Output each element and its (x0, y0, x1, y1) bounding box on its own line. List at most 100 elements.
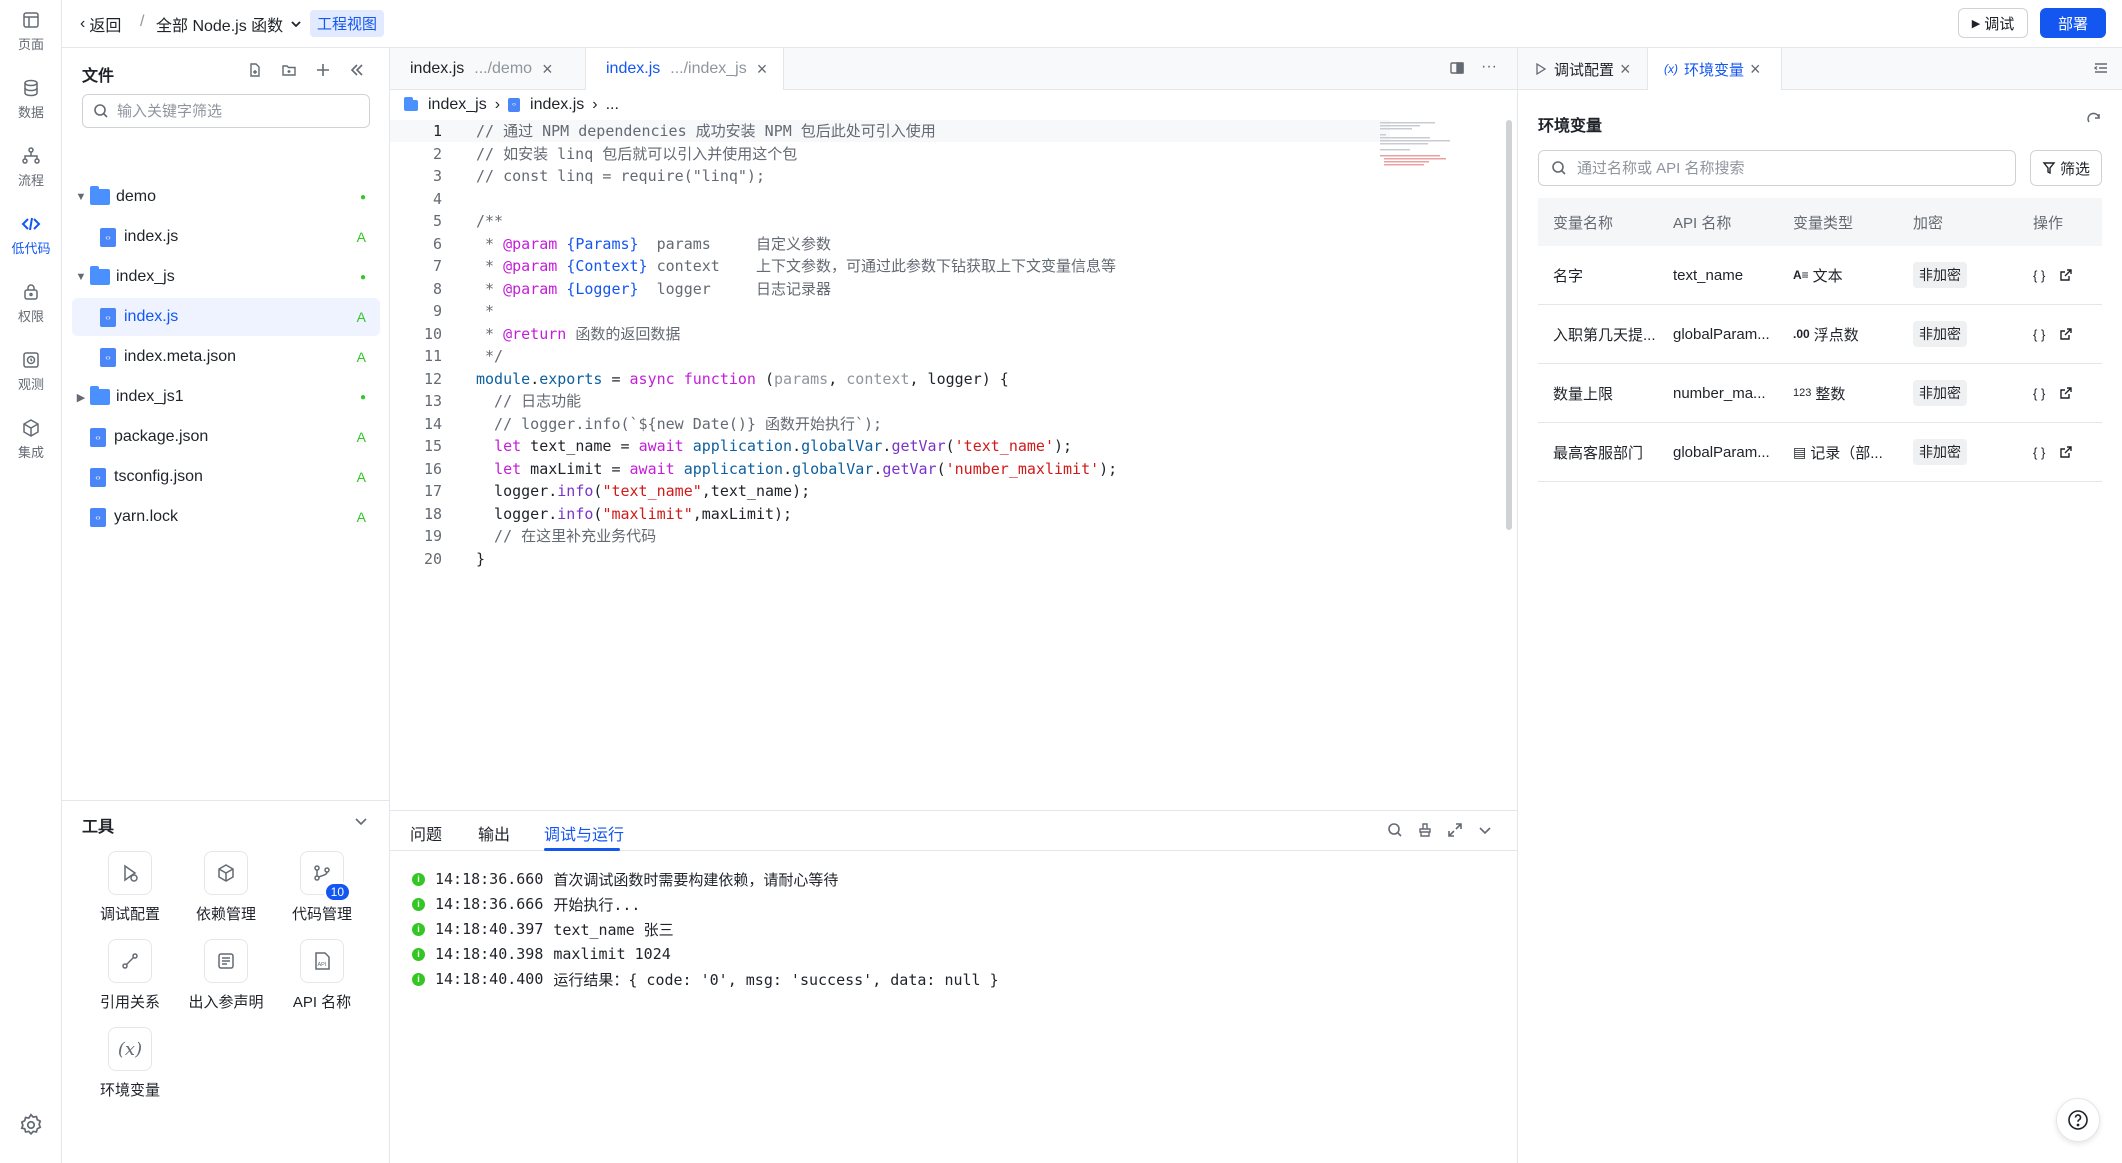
code-line[interactable]: 1 // 通过 NPM dependencies 成功安装 NPM 包后此处可引入… (390, 120, 1390, 142)
function-scope-dropdown[interactable]: 全部 Node.js 函数 (156, 12, 303, 36)
tree-file-yarn-lock[interactable]: ‹› yarn.lock A (72, 498, 380, 536)
close-icon[interactable]: × (1620, 59, 1631, 80)
search-icon[interactable] (1387, 822, 1403, 838)
code-line[interactable]: 18 logger.info("maxlimit",maxLimit); (390, 503, 1390, 525)
copy-code-icon[interactable]: { } (2033, 327, 2045, 342)
breadcrumb-item[interactable]: index_js (428, 96, 487, 114)
package-icon (204, 851, 248, 895)
back-button[interactable]: ‹ 返回 (80, 12, 121, 36)
tool-env-variables[interactable]: (x) 环境变量 (80, 1027, 180, 1100)
code-text: // logger.info(`${new Date()} 函数开始执行`); (476, 414, 883, 433)
more-icon[interactable]: ··· (1481, 59, 1497, 76)
table-row[interactable]: 入职第几天提... globalParam... .00 浮点数 非加密 { } (1538, 305, 2102, 364)
copy-code-icon[interactable]: { } (2033, 386, 2045, 401)
debug-button[interactable]: ▶ 调试 (1958, 8, 2028, 38)
rail-item-integration[interactable]: 集成 (0, 408, 62, 470)
help-button[interactable] (2056, 1098, 2100, 1142)
bottom-tab-debug-run[interactable]: 调试与运行 (544, 821, 624, 845)
file-search-input[interactable] (117, 102, 357, 120)
close-icon[interactable]: × (757, 59, 768, 80)
right-tab-debug-config[interactable]: 调试配置 × (1518, 48, 1648, 90)
code-line[interactable]: 20} (390, 548, 1390, 570)
code-line[interactable]: 2 // 如安装 linq 包后就可以引入并使用这个包 (390, 143, 1390, 165)
tool-dependency[interactable]: 依赖管理 (176, 851, 276, 924)
copy-code-icon[interactable]: { } (2033, 445, 2045, 460)
new-file-icon[interactable] (245, 60, 265, 80)
tree-file-demo-index[interactable]: ‹› index.js A (72, 218, 380, 256)
code-line[interactable]: 5 /** (390, 210, 1390, 232)
open-external-icon[interactable] (2059, 445, 2073, 459)
tree-file-index-js-selected[interactable]: ‹› index.js A (72, 298, 380, 336)
tool-reference[interactable]: 引用关系 (80, 939, 180, 1012)
refresh-icon[interactable] (2086, 112, 2102, 128)
tool-code-management[interactable]: 10 代码管理 (272, 851, 372, 924)
add-icon[interactable] (313, 60, 333, 80)
open-external-icon[interactable] (2059, 386, 2073, 400)
code-line[interactable]: 16 let maxLimit = await application.glob… (390, 458, 1390, 480)
code-line[interactable]: 10 * @return 函数的返回数据 (390, 323, 1390, 345)
rail-item-data[interactable]: 数据 (0, 68, 62, 130)
tree-folder-index-js1[interactable]: ▶ index_js1 ● (72, 378, 380, 416)
bottom-tab-output[interactable]: 输出 (478, 821, 510, 845)
close-icon[interactable]: × (542, 59, 553, 80)
rail-item-observe[interactable]: 观测 (0, 340, 62, 402)
tool-debug-config[interactable]: 调试配置 (80, 851, 180, 924)
code-line[interactable]: 4 (390, 188, 1390, 210)
chevron-down-icon[interactable] (1477, 822, 1493, 838)
table-row[interactable]: 最高客服部门 globalParam... ▤ 记录（部... 非加密 { } (1538, 423, 2102, 482)
code-line[interactable]: 12 module.exports = async function (param… (390, 368, 1390, 390)
settings-gear-icon[interactable] (18, 1112, 44, 1138)
code-line[interactable]: 7 * @param {Context} context 上下文参数，可通过此参… (390, 255, 1390, 277)
code-line[interactable]: 19 // 在这里补充业务代码 (390, 525, 1390, 547)
env-search-box[interactable] (1538, 150, 2016, 186)
file-search-box[interactable] (82, 94, 370, 128)
code-line[interactable]: 3 // const linq = require("linq"); (390, 165, 1390, 187)
tree-folder-demo[interactable]: ▼ demo ● (72, 178, 380, 216)
breadcrumb-item[interactable]: ... (606, 96, 619, 114)
code-text: * (476, 302, 495, 320)
open-external-icon[interactable] (2059, 327, 2073, 341)
collapse-panel-icon[interactable] (2093, 60, 2109, 76)
tool-params[interactable]: 出入参声明 (176, 939, 276, 1012)
rail-item-permission[interactable]: 权限 (0, 272, 62, 334)
code-line[interactable]: 11 */ (390, 345, 1390, 367)
split-editor-icon[interactable] (1449, 60, 1465, 76)
breadcrumb-item[interactable]: index.js (530, 96, 584, 114)
tree-file-tsconfig[interactable]: ‹› tsconfig.json A (72, 458, 380, 496)
editor-tab-demo-index[interactable]: index.js .../demo × (390, 48, 586, 90)
chevron-down-icon[interactable] (353, 813, 369, 829)
code-line[interactable]: 6 * @param {Params} params 自定义参数 (390, 233, 1390, 255)
clear-console-icon[interactable] (1417, 822, 1433, 838)
rail-item-flow[interactable]: 流程 (0, 136, 62, 198)
env-search-input[interactable] (1577, 159, 1997, 177)
collapse-panel-icon[interactable] (347, 60, 367, 80)
tool-api-name[interactable]: API API 名称 (272, 939, 372, 1012)
filter-button[interactable]: 筛选 (2030, 150, 2102, 186)
code-line[interactable]: 15 let text_name = await application.glo… (390, 435, 1390, 457)
tree-folder-index-js[interactable]: ▼ index_js ● (72, 258, 380, 296)
tree-file-package-json[interactable]: ‹› package.json A (72, 418, 380, 456)
copy-code-icon[interactable]: { } (2033, 268, 2045, 283)
open-external-icon[interactable] (2059, 268, 2073, 282)
new-folder-icon[interactable] (279, 60, 299, 80)
tree-file-index-meta[interactable]: ‹› index.meta.json A (72, 338, 380, 376)
deploy-button[interactable]: 部署 (2040, 8, 2106, 38)
caret-down-icon: ▼ (75, 191, 87, 203)
table-row[interactable]: 数量上限 number_ma... 123 整数 非加密 { } (1538, 364, 2102, 423)
rail-item-page[interactable]: 页面 (0, 0, 62, 62)
editor-scrollbar[interactable] (1506, 120, 1512, 530)
code-line[interactable]: 13 // 日志功能 (390, 390, 1390, 412)
code-line[interactable]: 9 * (390, 300, 1390, 322)
table-row[interactable]: 名字 text_name A≡ 文本 非加密 { } (1538, 246, 2102, 305)
code-line[interactable]: 8 * @param {Logger} logger 日志记录器 (390, 278, 1390, 300)
code-line[interactable]: 14 // logger.info(`${new Date()} 函数开始执行`… (390, 413, 1390, 435)
bottom-tab-problems[interactable]: 问题 (410, 821, 442, 845)
expand-icon[interactable] (1447, 822, 1463, 838)
code-line[interactable]: 17 logger.info("text_name",text_name); (390, 480, 1390, 502)
right-tab-env-variables[interactable]: (x) 环境变量 × (1648, 48, 1782, 90)
view-tag[interactable]: 工程视图 (310, 10, 385, 37)
rail-item-lowcode[interactable]: 低代码 (0, 204, 62, 266)
close-icon[interactable]: × (1750, 59, 1761, 80)
editor-tab-index-js[interactable]: index.js .../index_js × (586, 48, 784, 90)
minimap[interactable] (1378, 120, 1468, 170)
